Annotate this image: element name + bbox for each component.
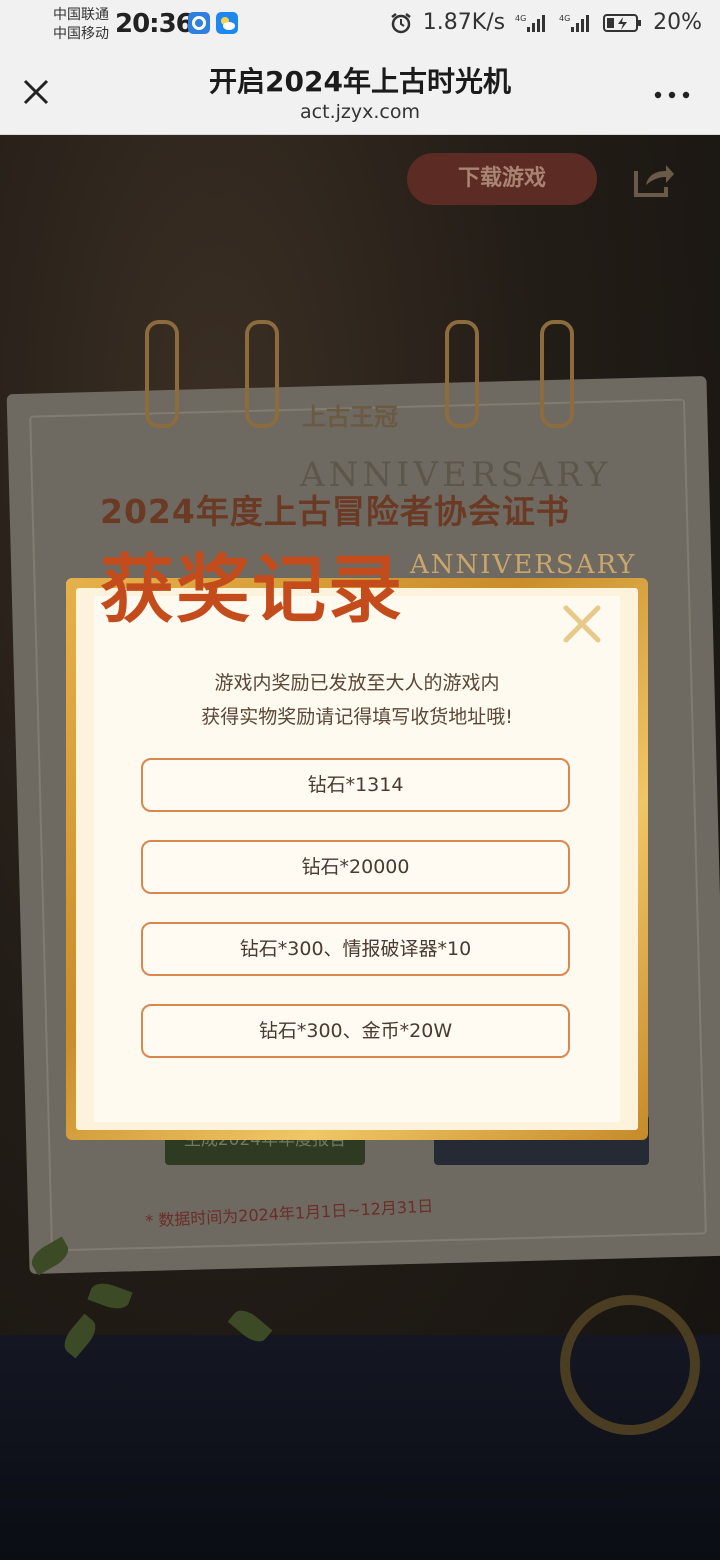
certificate-title: 2024年度上古冒险者协会证书	[100, 492, 570, 531]
page-url: act.jzyx.com	[300, 101, 420, 123]
svg-text:4G: 4G	[515, 14, 526, 23]
browser-app-icon	[188, 12, 210, 34]
modal-close-button[interactable]	[562, 604, 602, 644]
network-speed: 1.87K/s	[422, 10, 506, 35]
more-icon	[654, 91, 690, 99]
battery-percent: 20%	[653, 10, 702, 35]
signal-4g-icon: 4G	[515, 12, 549, 34]
status-bar: 中国联通 中国移动 20:36 1.87K/s 4G 4G 20%	[0, 0, 720, 50]
status-time: 20:36	[115, 9, 194, 39]
decorative-compass	[560, 1295, 700, 1435]
alarm-icon	[389, 11, 413, 35]
reward-item[interactable]: 钻石*300、情报破译器*10	[141, 922, 570, 976]
more-options-button[interactable]	[652, 86, 692, 99]
carrier-2: 中国移动	[53, 26, 109, 42]
modal-description-line1: 游戏内奖励已发放至大人的游戏内	[214, 672, 500, 694]
close-icon	[563, 605, 601, 643]
leaf-decoration	[87, 1278, 133, 1314]
notebook-ring	[445, 320, 479, 428]
carrier-info: 中国联通 中国移动	[53, 6, 109, 44]
modal-description-line2: 获得实物奖励请记得填写收货地址哦!	[201, 706, 513, 728]
share-button[interactable]	[632, 159, 676, 199]
signal-4g-icon: 4G	[559, 12, 593, 34]
battery-charging-icon	[603, 12, 643, 34]
notebook-ring	[540, 320, 574, 428]
share-icon	[634, 165, 674, 197]
notebook-ring	[145, 320, 179, 428]
browser-title-bar: 开启2024年上古时光机 act.jzyx.com	[0, 50, 720, 135]
modal-heading: 获奖记录	[100, 547, 404, 633]
modal-anniversary-text: ANNIVERSARY	[410, 550, 637, 580]
status-right-group: 1.87K/s 4G 4G 20%	[389, 10, 702, 35]
svg-text:4G: 4G	[559, 14, 570, 23]
reward-item[interactable]: 钻石*300、金币*20W	[141, 1004, 570, 1058]
reward-item[interactable]: 钻石*1314	[141, 758, 570, 812]
notebook-ring	[245, 320, 279, 428]
page-title: 开启2024年上古时光机	[209, 65, 511, 98]
reward-item[interactable]: 钻石*20000	[141, 840, 570, 894]
carrier-1: 中国联通	[53, 7, 109, 23]
game-logo: 上古王冠	[302, 403, 398, 431]
weather-app-icon	[216, 12, 238, 34]
download-game-button[interactable]: 下载游戏	[407, 153, 597, 205]
